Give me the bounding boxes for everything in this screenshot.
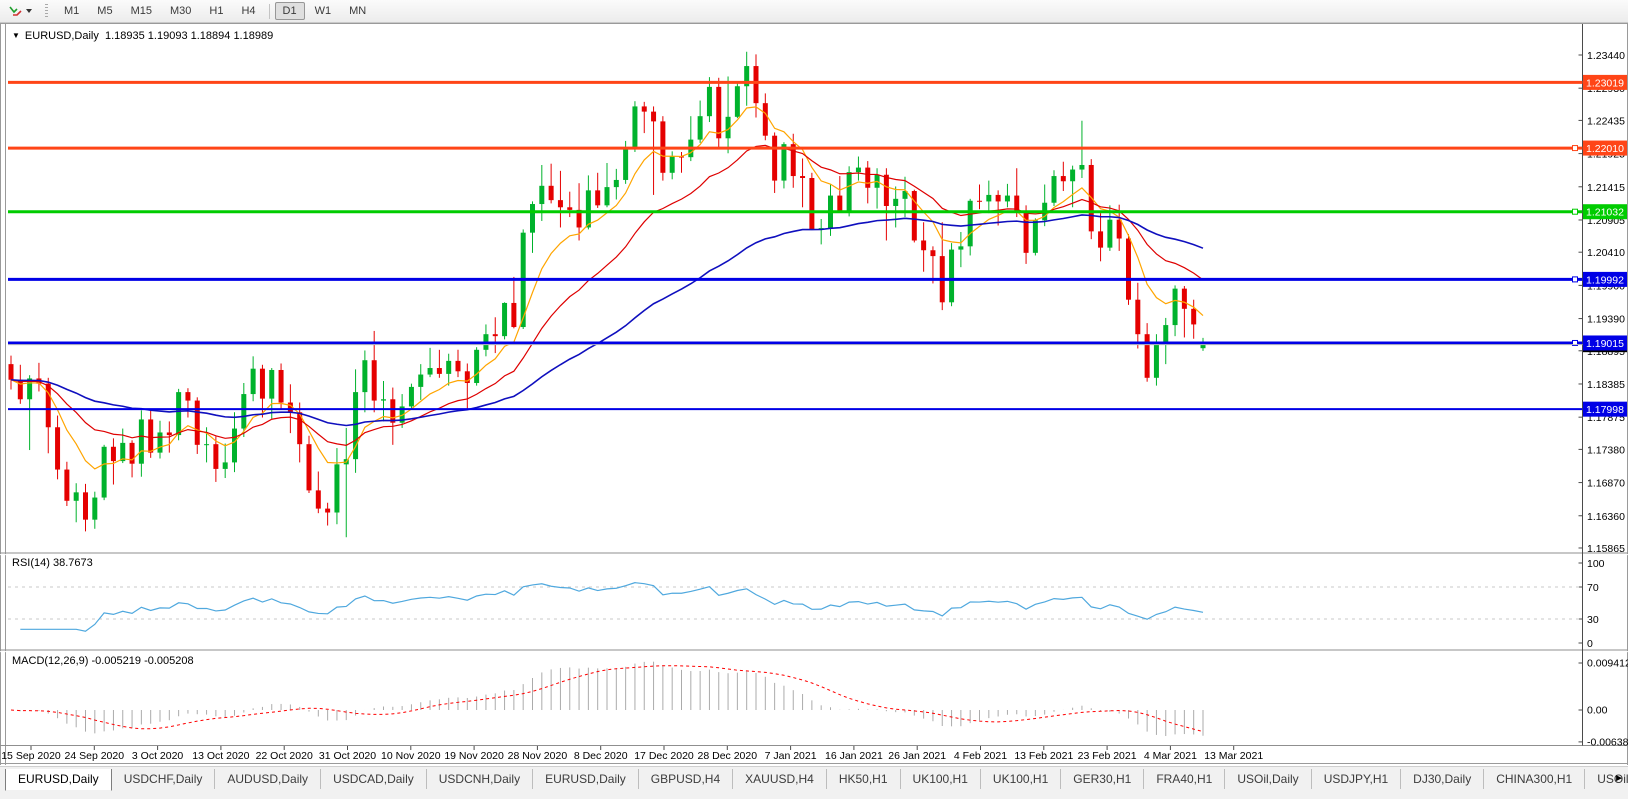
timeframe-toolbar: M1M5M15M30H1H4 D1W1MN bbox=[55, 2, 375, 20]
svg-text:1.21415: 1.21415 bbox=[1587, 182, 1625, 194]
chart-tab-6-GBPUSD-H4[interactable]: GBPUSD,H4 bbox=[639, 769, 733, 789]
chart-arrows-icon bbox=[8, 4, 23, 18]
svg-text:1.17998: 1.17998 bbox=[1586, 404, 1624, 416]
chart-canvas[interactable]: 1.234401.229301.224351.219251.214151.209… bbox=[0, 0, 1628, 799]
svg-text:1.19015: 1.19015 bbox=[1586, 338, 1624, 350]
svg-text:100: 100 bbox=[1587, 558, 1605, 570]
svg-text:0: 0 bbox=[1587, 638, 1593, 650]
dropdown-caret-icon bbox=[26, 9, 32, 13]
svg-text:1.16360: 1.16360 bbox=[1587, 511, 1625, 523]
svg-text:22 Oct 2020: 22 Oct 2020 bbox=[256, 750, 313, 762]
chart-tab-13-USOil-Daily[interactable]: USOil,Daily bbox=[1225, 769, 1311, 789]
svg-text:10 Nov 2020: 10 Nov 2020 bbox=[381, 750, 441, 762]
macd-label: MACD(12,26,9) -0.005219 -0.005208 bbox=[12, 655, 194, 667]
svg-text:13 Mar 2021: 13 Mar 2021 bbox=[1204, 750, 1263, 762]
svg-text:16 Jan 2021: 16 Jan 2021 bbox=[825, 750, 883, 762]
svg-text:70: 70 bbox=[1587, 582, 1599, 594]
timeframe-button-H1[interactable]: H1 bbox=[201, 2, 231, 20]
svg-text:7 Jan 2021: 7 Jan 2021 bbox=[765, 750, 817, 762]
chart-tab-14-USDJPY-H1[interactable]: USDJPY,H1 bbox=[1312, 769, 1401, 789]
svg-text:17 Dec 2020: 17 Dec 2020 bbox=[634, 750, 694, 762]
price-label-1.22010: 1.22010 bbox=[1583, 141, 1627, 156]
svg-text:19 Nov 2020: 19 Nov 2020 bbox=[444, 750, 504, 762]
chart-tab-9-UK100-H1[interactable]: UK100,H1 bbox=[901, 769, 981, 789]
svg-text:1.19390: 1.19390 bbox=[1587, 314, 1625, 326]
rsi-label: RSI(14) 38.7673 bbox=[12, 557, 93, 569]
svg-text:3 Oct 2020: 3 Oct 2020 bbox=[132, 750, 184, 762]
svg-text:24 Sep 2020: 24 Sep 2020 bbox=[65, 750, 125, 762]
chart-tab-5-EURUSD-Daily[interactable]: EURUSD,Daily bbox=[533, 769, 639, 789]
svg-text:4 Feb 2021: 4 Feb 2021 bbox=[954, 750, 1007, 762]
chart-tab-12-FRA40-H1[interactable]: FRA40,H1 bbox=[1144, 769, 1225, 789]
timeframe-button-D1[interactable]: D1 bbox=[275, 2, 305, 20]
timeframe-button-M15[interactable]: M15 bbox=[123, 2, 160, 20]
svg-text:1.23019: 1.23019 bbox=[1586, 77, 1624, 89]
chart-tab-16-CHINA300-H1[interactable]: CHINA300,H1 bbox=[1484, 769, 1585, 789]
svg-text:13 Feb 2021: 13 Feb 2021 bbox=[1014, 750, 1073, 762]
svg-text:30: 30 bbox=[1587, 614, 1599, 626]
price-label-1.17998: 1.17998 bbox=[1583, 402, 1627, 417]
svg-text:4 Mar 2021: 4 Mar 2021 bbox=[1144, 750, 1197, 762]
timeframe-button-H4[interactable]: H4 bbox=[233, 2, 263, 20]
svg-text:1.22435: 1.22435 bbox=[1587, 115, 1625, 127]
timeframe-button-M30[interactable]: M30 bbox=[162, 2, 199, 20]
svg-text:-0.006386: -0.006386 bbox=[1587, 736, 1628, 748]
svg-text:1.19992: 1.19992 bbox=[1586, 274, 1624, 286]
svg-text:0.00: 0.00 bbox=[1587, 705, 1608, 717]
chart-tab-8-HK50-H1[interactable]: HK50,H1 bbox=[827, 769, 901, 789]
svg-text:1.22010: 1.22010 bbox=[1586, 143, 1624, 155]
price-label-1.19992: 1.19992 bbox=[1583, 272, 1627, 287]
ohlc-text: EURUSD,Daily 1.18935 1.19093 1.18894 1.1… bbox=[25, 30, 273, 42]
chart-tab-0-EURUSD-Daily[interactable]: EURUSD,Daily bbox=[5, 769, 112, 791]
ohlc-info: ▼ EURUSD,Daily 1.18935 1.19093 1.18894 1… bbox=[12, 30, 273, 42]
chart-tab-7-XAUUSD-H4[interactable]: XAUUSD,H4 bbox=[733, 769, 827, 789]
chart-tab-4-USDCNH-Daily[interactable]: USDCNH,Daily bbox=[427, 769, 533, 789]
timeframe-button-M5[interactable]: M5 bbox=[89, 2, 120, 20]
price-label-1.19015: 1.19015 bbox=[1583, 335, 1627, 350]
svg-text:1.23440: 1.23440 bbox=[1587, 50, 1625, 62]
svg-text:28 Nov 2020: 28 Nov 2020 bbox=[508, 750, 568, 762]
svg-text:1.20410: 1.20410 bbox=[1587, 247, 1625, 259]
chart-tabbar: EURUSD,DailyUSDCHF,DailyAUDUSD,DailyUSDC… bbox=[0, 766, 1628, 799]
svg-text:13 Oct 2020: 13 Oct 2020 bbox=[192, 750, 249, 762]
toolbar-divider bbox=[269, 4, 270, 19]
svg-text:1.16870: 1.16870 bbox=[1587, 478, 1625, 490]
svg-text:15 Sep 2020: 15 Sep 2020 bbox=[1, 750, 61, 762]
svg-text:1.21032: 1.21032 bbox=[1586, 207, 1624, 219]
chart-tab-11-GER30-H1[interactable]: GER30,H1 bbox=[1061, 769, 1144, 789]
svg-text:1.17380: 1.17380 bbox=[1587, 444, 1625, 456]
top-toolbar: M1M5M15M30H1H4 D1W1MN bbox=[0, 0, 1628, 23]
svg-text:28 Dec 2020: 28 Dec 2020 bbox=[698, 750, 758, 762]
chart-tab-list: EURUSD,DailyUSDCHF,DailyAUDUSD,DailyUSDC… bbox=[5, 769, 1628, 793]
timeframe-button-W1[interactable]: W1 bbox=[307, 2, 340, 20]
chart-tab-10-UK100-H1[interactable]: UK100,H1 bbox=[981, 769, 1061, 789]
svg-text:1.18385: 1.18385 bbox=[1587, 379, 1625, 391]
price-label-1.21032: 1.21032 bbox=[1583, 204, 1627, 219]
tab-scroll-right-button[interactable]: ► bbox=[1614, 773, 1624, 785]
svg-text:23 Feb 2021: 23 Feb 2021 bbox=[1078, 750, 1137, 762]
svg-text:8 Dec 2020: 8 Dec 2020 bbox=[574, 750, 628, 762]
mt4-window: 1.234401.229301.224351.219251.214151.209… bbox=[0, 0, 1628, 799]
svg-text:31 Oct 2020: 31 Oct 2020 bbox=[319, 750, 376, 762]
svg-text:26 Jan 2021: 26 Jan 2021 bbox=[888, 750, 946, 762]
price-label-1.23019: 1.23019 bbox=[1583, 75, 1627, 90]
chart-tab-3-USDCAD-Daily[interactable]: USDCAD,Daily bbox=[321, 769, 427, 789]
svg-text:1.15865: 1.15865 bbox=[1587, 543, 1625, 555]
chart-tab-1-USDCHF-Daily[interactable]: USDCHF,Daily bbox=[112, 769, 216, 789]
svg-text:0.009412: 0.009412 bbox=[1587, 657, 1628, 669]
toolbar-grip[interactable] bbox=[45, 4, 48, 19]
chart-tab-15-DJ30-Daily[interactable]: DJ30,Daily bbox=[1401, 769, 1484, 789]
timeframe-button-M1[interactable]: M1 bbox=[56, 2, 87, 20]
chart-mode-button[interactable] bbox=[3, 1, 37, 21]
chart-tab-2-AUDUSD-Daily[interactable]: AUDUSD,Daily bbox=[215, 769, 321, 789]
collapse-triangle-icon[interactable]: ▼ bbox=[12, 32, 20, 40]
timeframe-button-MN[interactable]: MN bbox=[341, 2, 374, 20]
